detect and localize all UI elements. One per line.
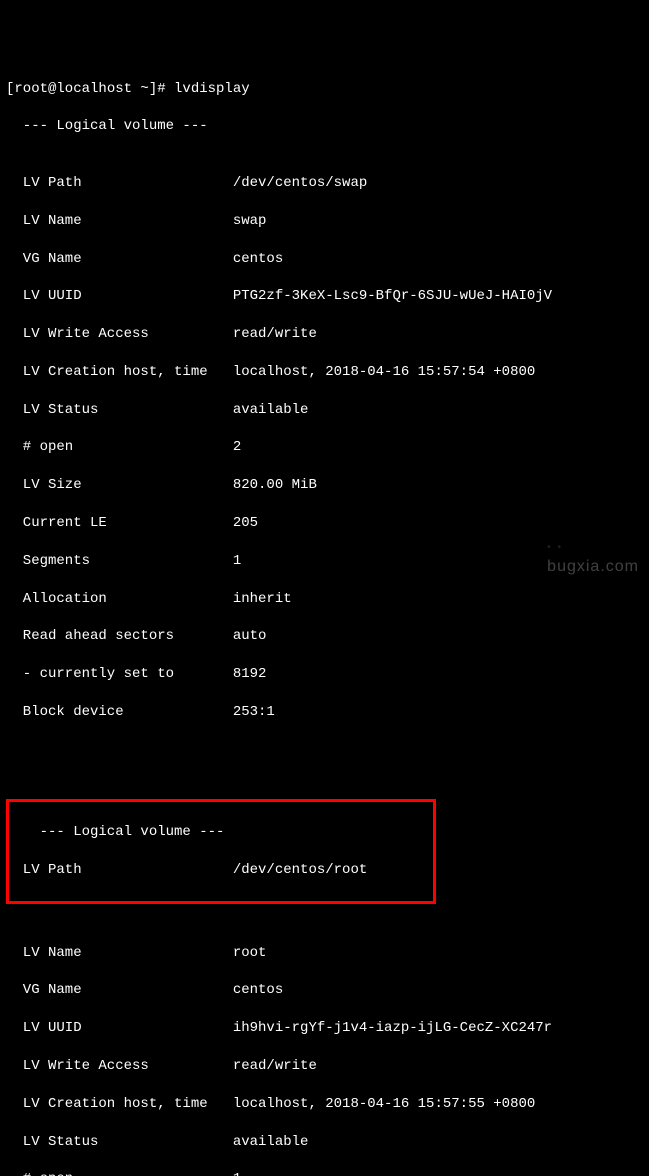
field-label: # open	[23, 438, 233, 457]
field-label: LV Creation host, time	[23, 1095, 233, 1114]
lv2-creation: LV Creation host, timelocalhost, 2018-04…	[6, 1095, 643, 1114]
field-value: read/write	[233, 1058, 317, 1074]
field-label: Read ahead sectors	[23, 627, 233, 646]
field-label: LV UUID	[23, 1019, 233, 1038]
field-value: 8192	[233, 666, 267, 682]
lv1-path: LV Path/dev/centos/swap	[6, 174, 643, 193]
lv1-allocation: Allocationinherit	[6, 590, 643, 609]
field-label: LV Status	[23, 1133, 233, 1152]
field-value: 2	[233, 439, 241, 455]
field-label: LV UUID	[23, 287, 233, 306]
field-label: - currently set to	[23, 665, 233, 684]
lv2-open: # open1	[6, 1170, 643, 1176]
lv2-name: LV Nameroot	[6, 944, 643, 963]
field-label: LV Write Access	[23, 325, 233, 344]
lv1-size: LV Size820.00 MiB	[6, 476, 643, 495]
field-value: ih9hvi-rgYf-j1v4-iazp-ijLG-CecZ-XC247r	[233, 1020, 552, 1036]
field-value: 1	[233, 553, 241, 569]
lv-header: --- Logical volume ---	[9, 823, 433, 842]
field-label: Block device	[23, 703, 233, 722]
field-label: LV Status	[23, 401, 233, 420]
lv2-write-access: LV Write Accessread/write	[6, 1057, 643, 1076]
field-value: inherit	[233, 591, 292, 607]
lv1-name: LV Nameswap	[6, 212, 643, 231]
lv2-status: LV Statusavailable	[6, 1133, 643, 1152]
field-label: LV Name	[23, 944, 233, 963]
field-label: LV Size	[23, 476, 233, 495]
lv1-open: # open2	[6, 438, 643, 457]
field-label: # open	[23, 1170, 233, 1176]
lv1-write-access: LV Write Accessread/write	[6, 325, 643, 344]
lv1-currently-set: - currently set to8192	[6, 665, 643, 684]
shell-prompt[interactable]: [root@localhost ~]# lvdisplay	[6, 80, 643, 99]
lv1-block-device: Block device253:1	[6, 703, 643, 722]
field-value: root	[233, 945, 267, 961]
lv1-creation: LV Creation host, timelocalhost, 2018-04…	[6, 363, 643, 382]
field-value: auto	[233, 628, 267, 644]
field-value: swap	[233, 213, 267, 229]
lv2-uuid: LV UUIDih9hvi-rgYf-j1v4-iazp-ijLG-CecZ-X…	[6, 1019, 643, 1038]
lv1-uuid: LV UUIDPTG2zf-3KeX-Lsc9-BfQr-6SJU-wUeJ-H…	[6, 287, 643, 306]
field-label: LV Path	[23, 174, 233, 193]
field-value: available	[233, 1134, 309, 1150]
field-label: Segments	[23, 552, 233, 571]
field-label: Allocation	[23, 590, 233, 609]
watermark: • •bugxia.com	[547, 535, 639, 578]
field-value: /dev/centos/root	[233, 862, 367, 878]
field-value: localhost, 2018-04-16 15:57:55 +0800	[233, 1096, 535, 1112]
lv1-status: LV Statusavailable	[6, 401, 643, 420]
lv2-vgname: VG Namecentos	[6, 981, 643, 1000]
lv-header: --- Logical volume ---	[6, 117, 643, 136]
lv2-path: LV Path/dev/centos/root	[9, 861, 433, 880]
lv1-read-ahead: Read ahead sectorsauto	[6, 627, 643, 646]
field-label: VG Name	[23, 981, 233, 1000]
field-value: localhost, 2018-04-16 15:57:54 +0800	[233, 364, 535, 380]
field-value: /dev/centos/swap	[233, 175, 367, 191]
field-value: read/write	[233, 326, 317, 342]
field-label: Current LE	[23, 514, 233, 533]
highlight-box: --- Logical volume --- LV Path/dev/cento…	[6, 799, 436, 903]
field-label: LV Write Access	[23, 1057, 233, 1076]
field-value: available	[233, 402, 309, 418]
field-value: 253:1	[233, 704, 275, 720]
field-value: centos	[233, 982, 283, 998]
lv1-current-le: Current LE205	[6, 514, 643, 533]
field-label: LV Creation host, time	[23, 363, 233, 382]
field-label: LV Name	[23, 212, 233, 231]
field-label: VG Name	[23, 250, 233, 269]
field-value: 1	[233, 1171, 241, 1176]
field-value: centos	[233, 251, 283, 267]
field-label: LV Path	[23, 861, 233, 880]
blank-line	[6, 741, 643, 760]
field-value: 205	[233, 515, 258, 531]
field-value: 820.00 MiB	[233, 477, 317, 493]
field-value: PTG2zf-3KeX-Lsc9-BfQr-6SJU-wUeJ-HAI0jV	[233, 288, 552, 304]
lv1-vgname: VG Namecentos	[6, 250, 643, 269]
